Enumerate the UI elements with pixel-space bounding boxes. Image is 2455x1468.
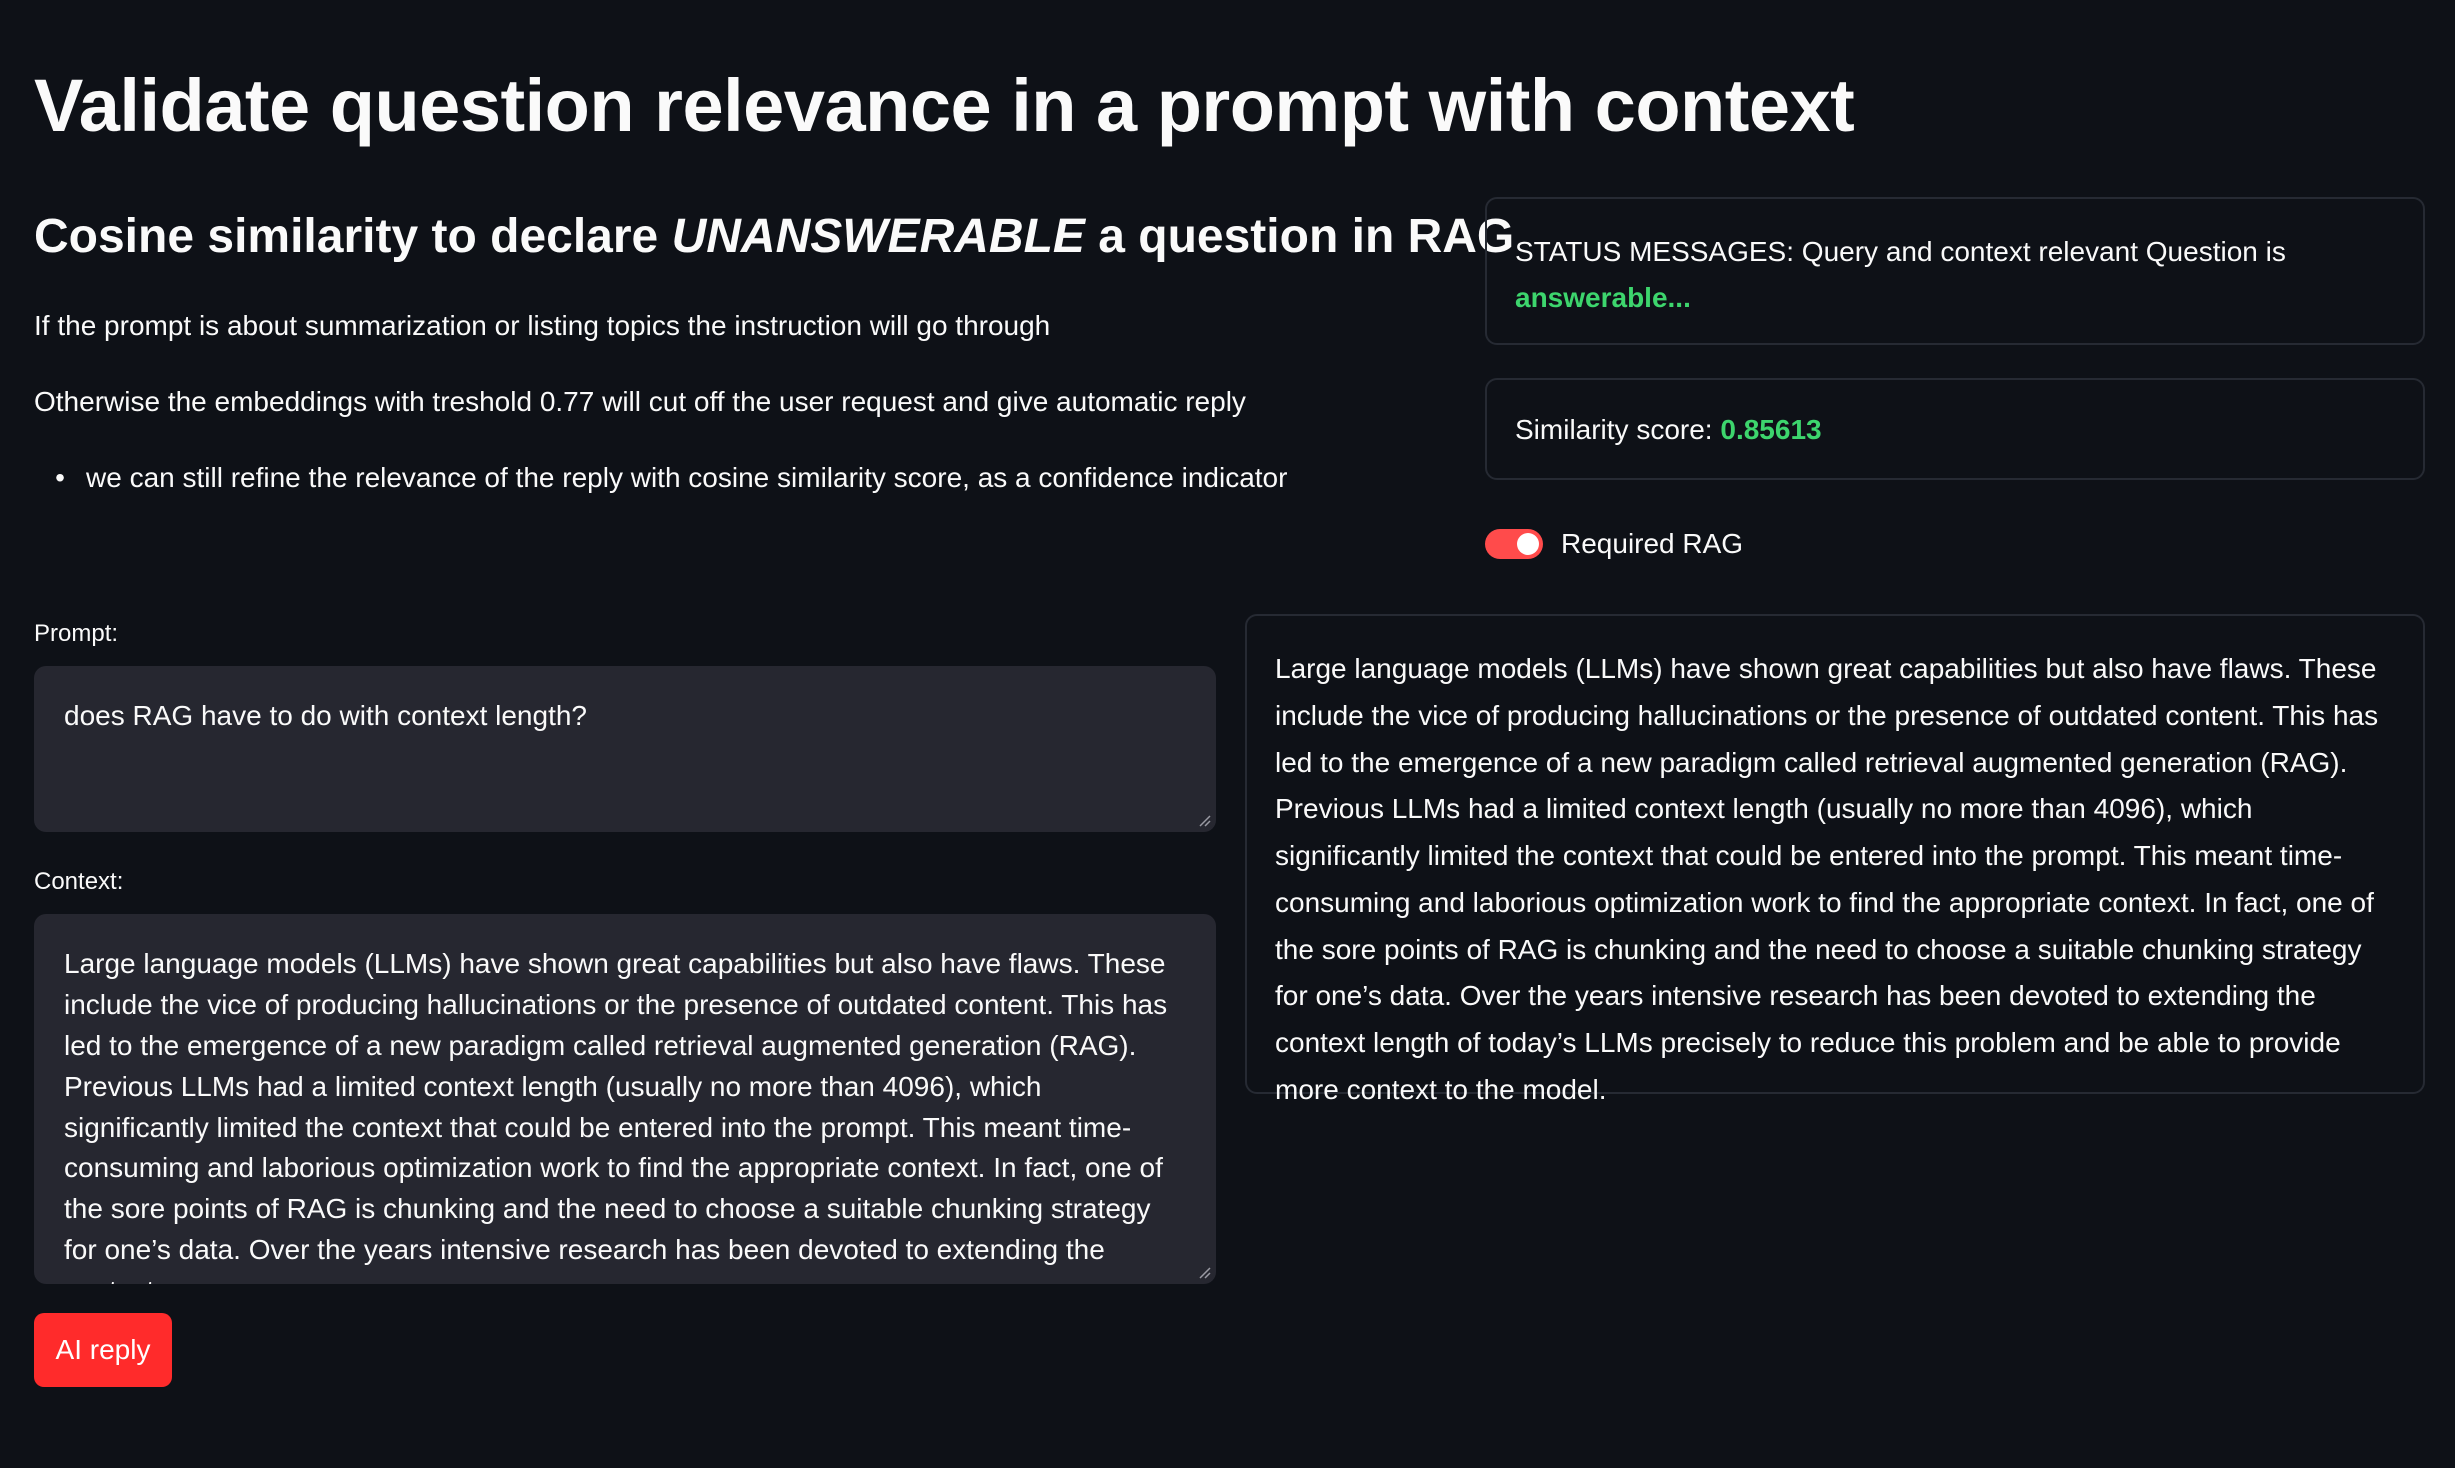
context-input-value: Large language models (LLMs) have shown … (64, 948, 1168, 1284)
status-message-box: STATUS MESSAGES: Query and context relev… (1485, 197, 2425, 345)
required-rag-label: Required RAG (1561, 528, 1744, 559)
intro-line-2: Otherwise the embeddings with treshold 0… (34, 386, 1246, 417)
required-rag-toggle[interactable] (1485, 529, 1543, 559)
similarity-score-value: 0.85613 (1720, 414, 1822, 445)
status-message-text: STATUS MESSAGES: Query and context relev… (1515, 236, 2286, 267)
resize-handle-icon[interactable] (1198, 1266, 1212, 1280)
intro-bullet-text: we can still refine the relevance of the… (86, 462, 1288, 493)
context-label: Context: (34, 868, 124, 895)
similarity-score-box: Similarity score: 0.85613 (1485, 378, 2425, 480)
page-title: Validate question relevance in a prompt … (34, 64, 1855, 147)
intro-bullet: • we can still refine the relevance of t… (34, 458, 1287, 497)
prompt-input-value: does RAG have to do with context length? (64, 700, 587, 731)
subtitle-emphasis: UNANSWERABLE (671, 210, 1085, 263)
status-answerable: answerable... (1515, 282, 1691, 314)
prompt-label: Prompt: (34, 620, 119, 647)
bullet-dot-icon: • (55, 462, 65, 493)
ai-reply-button[interactable]: AI reply (34, 1313, 172, 1387)
resize-handle-icon[interactable] (1198, 814, 1212, 828)
prompt-input[interactable]: does RAG have to do with context length? (34, 666, 1216, 832)
ai-reply-output: Large language models (LLMs) have shown … (1245, 614, 2425, 1105)
subtitle-suffix: a question in RAG (1084, 210, 1515, 263)
required-rag-toggle-row[interactable]: Required RAG (1485, 528, 1743, 560)
similarity-score-label: Similarity score: (1515, 414, 1721, 445)
subtitle-prefix: Cosine similarity to declare (34, 210, 672, 263)
toggle-knob (1517, 533, 1539, 555)
context-input[interactable]: Large language models (LLMs) have shown … (34, 914, 1216, 1284)
section-subtitle: Cosine similarity to declare UNANSWERABL… (34, 208, 1514, 266)
intro-line-1: If the prompt is about summarization or … (34, 310, 1051, 341)
